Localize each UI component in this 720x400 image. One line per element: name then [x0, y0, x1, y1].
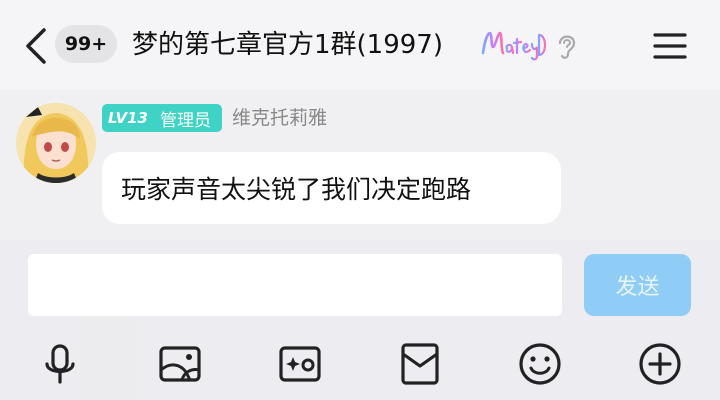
message-text: 玩家声音太尖锐了我们决定跑路 [121, 175, 472, 204]
emoji-icon[interactable] [516, 340, 564, 388]
level-label: LV13 [108, 109, 148, 127]
member-level-badge: LV13 管理员 [102, 104, 222, 132]
send-button[interactable]: 发送 [584, 254, 691, 316]
plus-icon[interactable] [636, 340, 684, 388]
group-title[interactable]: 梦的第七章官方1群(1997) [132, 26, 443, 64]
hamburger-menu-icon[interactable] [652, 31, 688, 61]
message-bubble[interactable]: 玩家声音太尖锐了我们决定跑路 [102, 152, 561, 224]
microphone-icon[interactable] [36, 340, 84, 388]
message-input[interactable] [28, 254, 562, 316]
role-label: 管理员 [159, 110, 211, 131]
matey-logo[interactable] [479, 27, 547, 63]
red-packet-icon[interactable] [396, 340, 444, 388]
chevron-left-icon[interactable] [22, 26, 52, 66]
avatar[interactable] [16, 103, 96, 183]
unread-count-badge[interactable]: 99+ [55, 25, 117, 63]
sticker-image-icon[interactable] [276, 340, 324, 388]
input-toolbar [0, 330, 720, 400]
image-icon[interactable] [156, 340, 204, 388]
sender-name[interactable]: 维克托莉雅 [232, 104, 327, 132]
ear-icon[interactable] [554, 31, 580, 61]
